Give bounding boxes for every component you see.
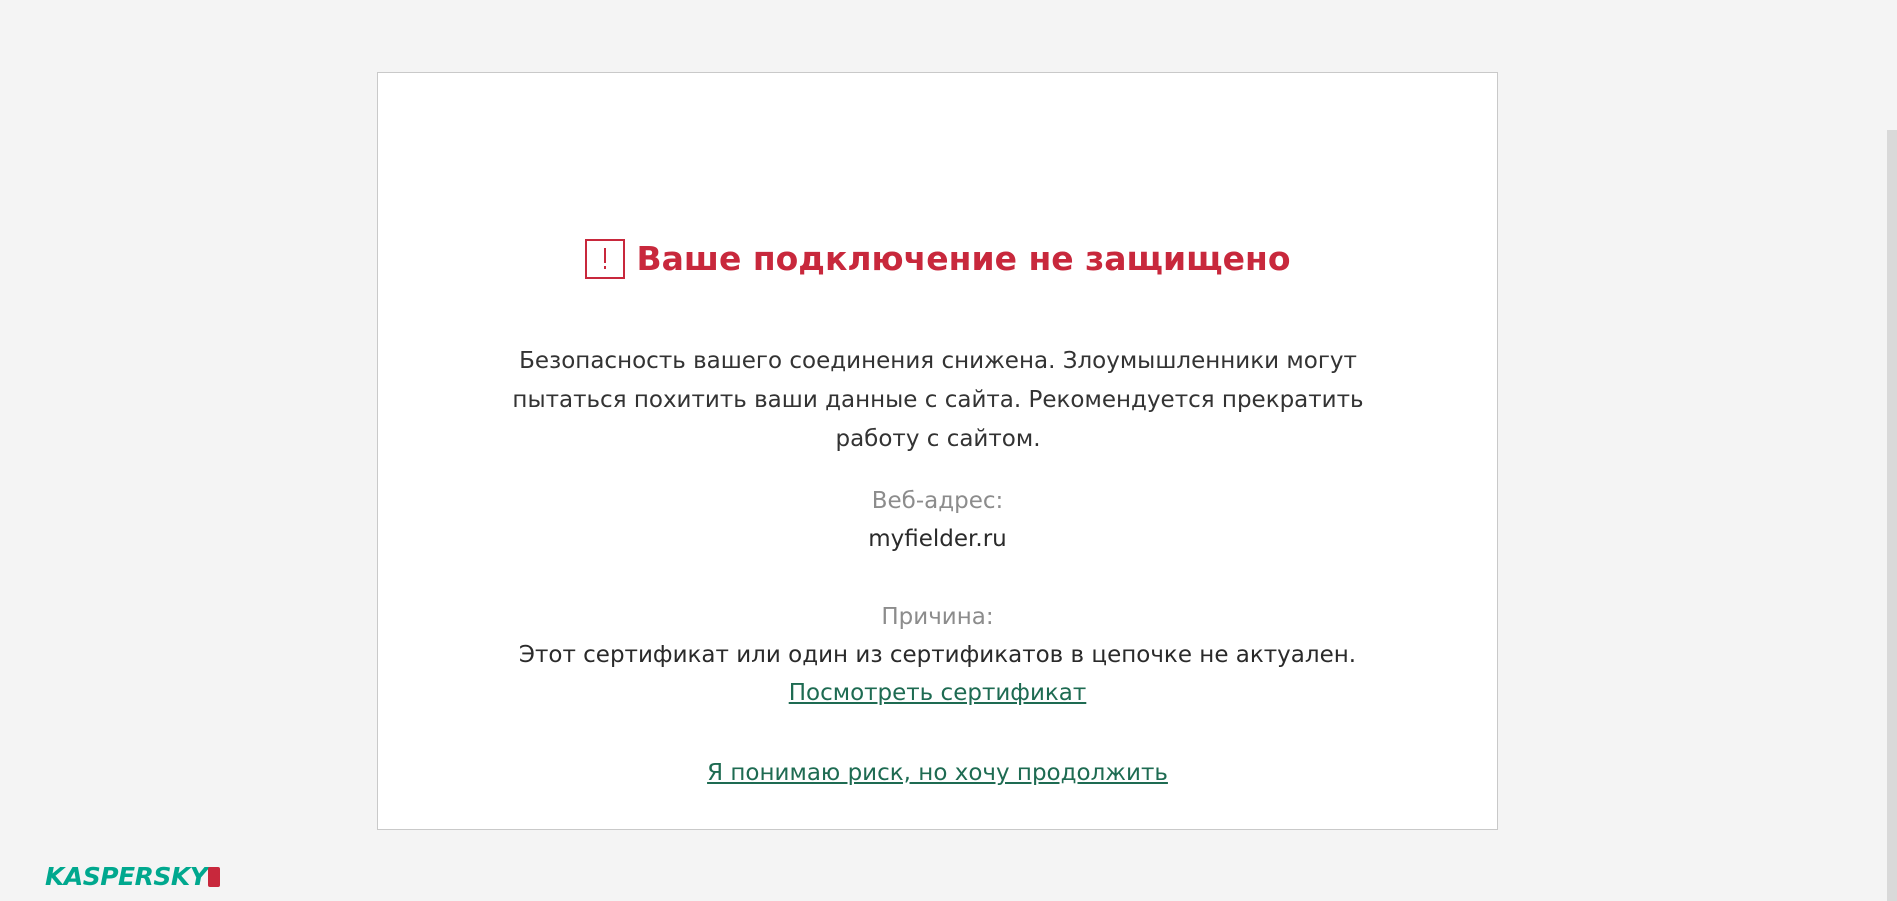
kaspersky-logo: KASPERSKY — [45, 862, 221, 891]
proceed-row: Я понимаю риск, но хочу продолжить — [378, 757, 1497, 789]
web-address-value: myfielder.ru — [868, 526, 1007, 552]
scrollbar[interactable] — [1887, 130, 1897, 901]
logo-text: KASPERSKY — [45, 862, 208, 891]
exclamation-box-icon — [584, 239, 625, 279]
security-description: Безопасность вашего соединения снижена. … — [512, 348, 1364, 452]
reason-value: Этот сертификат или один из сертификатов… — [518, 642, 1357, 668]
warning-card: Ваше подключение не защищено Безопасност… — [377, 72, 1498, 830]
web-address-label: Веб-адрес: — [871, 488, 1004, 514]
exclamation-glyph — [603, 248, 606, 269]
view-certificate-row: Посмотреть сертификат — [378, 677, 1497, 709]
title-row: Ваше подключение не защищено — [378, 239, 1497, 279]
page-title: Ваше подключение не защищено — [636, 239, 1291, 278]
page: Ваше подключение не защищено Безопасност… — [0, 0, 1897, 901]
logo-lab-badge — [208, 867, 221, 887]
reason-label: Причина: — [881, 604, 994, 630]
proceed-anyway-link[interactable]: Я понимаю риск, но хочу продолжить — [707, 760, 1168, 786]
view-certificate-link[interactable]: Посмотреть сертификат — [789, 680, 1087, 706]
